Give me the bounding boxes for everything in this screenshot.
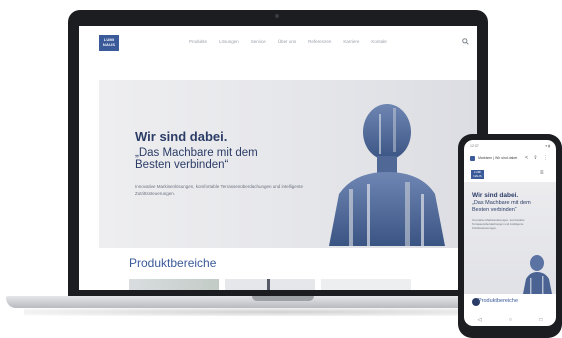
nav-item-referenzen[interactable]: Referenzen [308, 39, 331, 44]
laptop-camera [275, 14, 279, 18]
site-logo[interactable]: LUMI NAUS [99, 35, 119, 51]
product-tile[interactable] [321, 279, 411, 290]
phone-system-navbar: ◁ ○ □ [464, 314, 556, 326]
phone-section-title: Produktbereiche [478, 298, 519, 304]
phone-address-bar[interactable]: Markisen | Wir sind dabei < ⇪ ⋮ [470, 153, 550, 163]
status-time: 12:37 [470, 144, 479, 148]
back-icon[interactable]: ◁ [478, 317, 482, 323]
nav-item-kontakt[interactable]: Kontakt [371, 39, 386, 44]
laptop-lid: LUMI NAUS Produkte Lösungen Service Über … [68, 10, 488, 297]
product-tile[interactable] [129, 279, 219, 290]
device-mockup-scene: LUMI NAUS Produkte Lösungen Service Über … [0, 0, 562, 338]
phone-hero-subtitle: „Das Machbare mit dem Besten verbinden“ [472, 200, 531, 213]
recents-icon[interactable]: □ [539, 317, 542, 323]
main-menu: Produkte Lösungen Service Über uns Refer… [189, 39, 387, 44]
hero-title: Wir sind dabei. [135, 129, 228, 144]
section-title: Produktbereiche [129, 256, 217, 270]
hero-person-image [329, 104, 445, 246]
hero-body-text: Innovative Markisenlösungen, komfortable… [135, 184, 304, 196]
status-icons: ▾ ▮ [545, 144, 550, 148]
phone-hero-person-image [523, 255, 552, 294]
phone-site-logo[interactable]: LUMI NAUS [471, 170, 484, 179]
product-tiles [129, 279, 411, 290]
nav-item-produkte[interactable]: Produkte [189, 39, 207, 44]
phone-hero-title: Wir sind dabei. [472, 192, 519, 199]
phone-url-text: Markisen | Wir sind dabei [478, 156, 518, 160]
hero-subtitle: „Das Machbare mit dem Besten verbinden“ [135, 147, 258, 171]
nav-item-ueber-uns[interactable]: Über uns [278, 39, 296, 44]
site-favicon-icon [470, 155, 475, 161]
phone-status-bar: 12:37 ▾ ▮ [470, 144, 550, 148]
browser-actions-icon[interactable]: < ⇪ ⋮ [525, 155, 550, 161]
laptop-screen: LUMI NAUS Produkte Lösungen Service Über … [79, 26, 477, 290]
hero-slider: Wir sind dabei. „Das Machbare mit dem Be… [99, 80, 477, 248]
phone-hero: Wir sind dabei. „Das Machbare mit dem Be… [464, 182, 556, 294]
laptop-shadow [24, 308, 530, 316]
laptop-notch [252, 296, 314, 301]
nav-item-karriere[interactable]: Karriere [343, 39, 359, 44]
phone-device: 12:37 ▾ ▮ Markisen | Wir sind dabei < ⇪ … [458, 134, 562, 338]
hamburger-menu-icon[interactable]: ≡ [540, 170, 544, 176]
search-icon[interactable] [462, 38, 469, 47]
product-tile[interactable] [225, 279, 315, 290]
nav-item-loesungen[interactable]: Lösungen [219, 39, 239, 44]
site-navbar: LUMI NAUS Produkte Lösungen Service Über … [79, 26, 477, 60]
phone-screen: 12:37 ▾ ▮ Markisen | Wir sind dabei < ⇪ … [464, 140, 556, 326]
home-icon[interactable]: ○ [509, 317, 512, 323]
nav-item-service[interactable]: Service [251, 39, 266, 44]
phone-hero-body: Innovative Markisenlösungen, komfortable… [472, 218, 525, 230]
